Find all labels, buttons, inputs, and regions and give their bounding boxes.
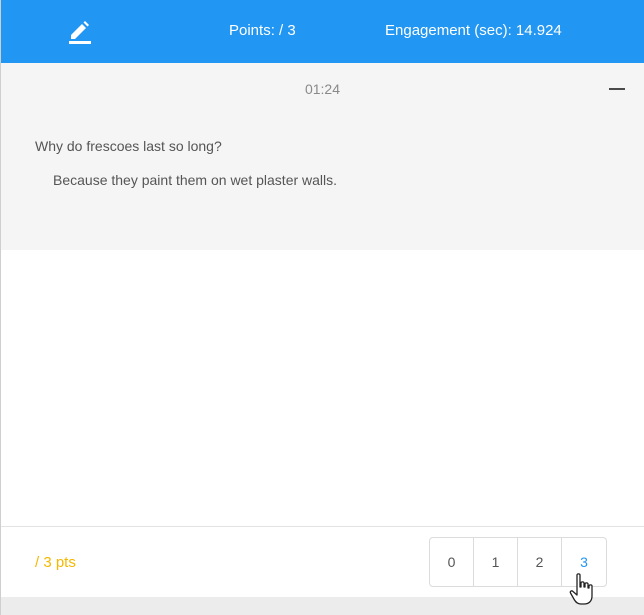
minus-icon [609, 88, 625, 90]
header-bar: Points: / 3 Engagement (sec): 14.924 [1, 0, 644, 63]
grading-panel: Points: / 3 Engagement (sec): 14.924 01:… [0, 0, 644, 615]
footer-divider [1, 526, 644, 527]
score-button-1[interactable]: 1 [474, 538, 518, 586]
timer: 01:24 [304, 81, 341, 97]
collapse-button[interactable] [605, 78, 629, 100]
engagement-label: Engagement (sec): 14.924 [385, 22, 562, 39]
score-button-2[interactable]: 2 [518, 538, 562, 586]
points-label: Points: / 3 [229, 22, 296, 39]
question-card: 01:24 Why do frescoes last so long? Beca… [1, 63, 644, 250]
edit-button[interactable] [61, 12, 97, 48]
pencil-icon [69, 21, 91, 44]
score-button-3[interactable]: 3 [562, 538, 606, 586]
score-selector: 0 1 2 3 [429, 537, 607, 587]
score-button-0[interactable]: 0 [430, 538, 474, 586]
bottom-strip [1, 597, 644, 615]
answer-text: Because they paint them on wet plaster w… [53, 172, 338, 188]
question-text: Why do frescoes last so long? [35, 138, 222, 154]
points-total: / 3 pts [35, 554, 76, 571]
